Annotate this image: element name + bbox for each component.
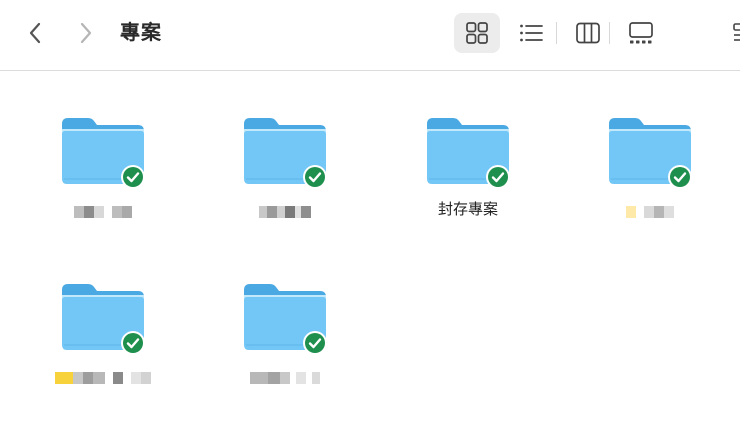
synced-check-icon [303, 331, 327, 355]
synced-check-icon [121, 165, 145, 189]
redaction-pixel [113, 372, 123, 384]
redaction-pixel [112, 206, 122, 218]
synced-check-icon [486, 165, 510, 189]
redaction-pixel [267, 206, 277, 218]
redaction-pixel [259, 206, 267, 218]
redaction-pixel [296, 372, 306, 384]
synced-check-icon [121, 331, 145, 355]
folder-name-redacted [28, 205, 178, 219]
folder-name-redacted [575, 205, 725, 219]
grid-icon [466, 22, 488, 44]
redaction-pixel [104, 206, 112, 218]
back-button[interactable] [20, 17, 50, 49]
folder-item-4[interactable] [575, 112, 725, 252]
folder-item-3[interactable]: 封存專案 [393, 112, 543, 252]
column-view-button[interactable] [565, 13, 611, 53]
folder-item-5[interactable] [28, 278, 178, 418]
group-icon [733, 23, 740, 41]
list-view-button[interactable] [508, 13, 554, 53]
chevron-right-icon [80, 22, 92, 44]
folder-name-redacted [210, 371, 360, 385]
redaction-pixel [277, 206, 285, 218]
redaction-pixel [84, 206, 94, 218]
folder-name-redacted [28, 371, 178, 385]
redaction-pixel [131, 372, 141, 384]
redaction-pixel [83, 372, 93, 384]
chevron-left-icon [29, 22, 41, 44]
folder-item-2[interactable] [210, 112, 360, 252]
redaction-pixel [94, 206, 104, 218]
redaction-pixel [93, 372, 105, 384]
redaction-pixel [268, 372, 280, 384]
redaction-pixel [280, 372, 290, 384]
gallery-view-button[interactable] [618, 13, 664, 53]
redaction-pixel [55, 372, 73, 384]
redaction-pixel [250, 372, 268, 384]
toolbar: 專案 [0, 0, 740, 71]
toolbar-divider [556, 22, 557, 44]
redaction-pixel [285, 206, 295, 218]
redaction-pixel [123, 372, 131, 384]
redaction-pixel [644, 206, 654, 218]
redaction-pixel [141, 372, 151, 384]
gallery-icon [629, 22, 653, 44]
redaction-pixel [312, 372, 320, 384]
columns-icon [576, 22, 600, 44]
list-icon [520, 24, 543, 42]
redaction-pixel [122, 206, 132, 218]
folder-name-redacted [210, 205, 360, 219]
redaction-pixel [654, 206, 664, 218]
redaction-pixel [74, 206, 84, 218]
forward-button[interactable] [71, 17, 101, 49]
folder-name: 封存專案 [437, 201, 498, 218]
toolbar-divider [609, 22, 610, 44]
synced-check-icon [668, 165, 692, 189]
redaction-pixel [626, 206, 636, 218]
redaction-pixel [73, 372, 83, 384]
redaction-pixel [664, 206, 674, 218]
synced-check-icon [303, 165, 327, 189]
redaction-pixel [636, 206, 644, 218]
folder-item-6[interactable] [210, 278, 360, 418]
redaction-pixel [105, 372, 113, 384]
window-title: 專案 [120, 22, 162, 44]
redaction-pixel [301, 206, 311, 218]
group-button[interactable] [730, 20, 740, 46]
icon-view-button[interactable] [454, 13, 500, 53]
folder-item-1[interactable] [28, 112, 178, 252]
